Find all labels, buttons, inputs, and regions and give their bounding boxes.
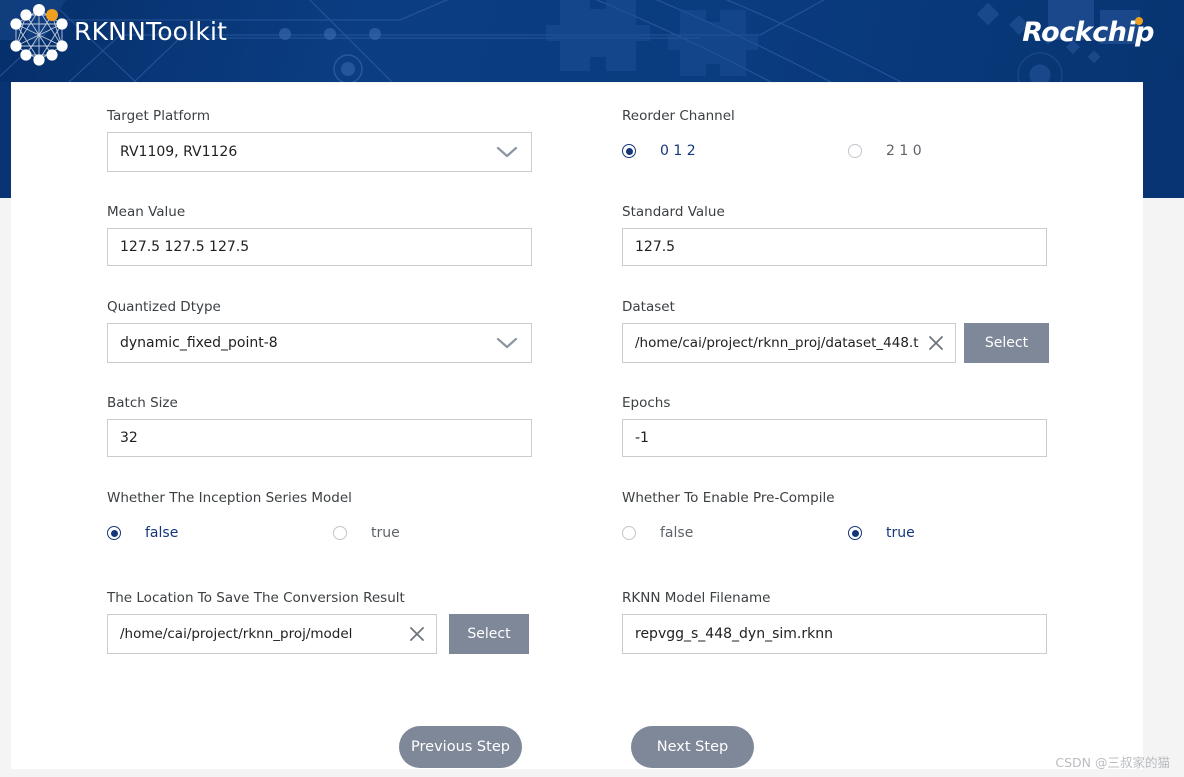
reorder-channel-label: Reorder Channel <box>622 108 735 124</box>
left-blue-frame <box>0 82 11 198</box>
quantized-dtype-value: dynamic_fixed_point-8 <box>120 335 278 351</box>
save-location-input[interactable]: /home/cai/project/rknn_proj/model <box>107 614 437 654</box>
field-standard-value: Standard Value 127.5 <box>622 204 1047 266</box>
batch-size-text: 32 <box>120 430 138 446</box>
standard-value-input[interactable]: 127.5 <box>622 228 1047 266</box>
radio-indicator <box>848 526 862 540</box>
target-platform-value: RV1109, RV1126 <box>120 144 238 160</box>
standard-value-text: 127.5 <box>635 239 676 255</box>
reorder-channel-option-012[interactable]: 0 1 2 <box>622 143 848 159</box>
field-mean-value: Mean Value 127.5 127.5 127.5 <box>107 204 532 266</box>
pre-compile-radio-group: false true <box>622 514 915 552</box>
dataset-input[interactable]: /home/cai/project/rknn_proj/dataset_448.… <box>622 323 956 363</box>
save-location-select-button[interactable]: Select <box>449 614 529 654</box>
rknn-model-filename-label: RKNN Model Filename <box>622 590 771 606</box>
chevron-down-icon <box>496 337 518 349</box>
mean-value-label: Mean Value <box>107 204 186 220</box>
radio-indicator <box>848 144 862 158</box>
right-blue-frame <box>1143 82 1184 198</box>
quantized-dtype-label: Quantized Dtype <box>107 299 221 315</box>
radio-label: 0 1 2 <box>660 143 696 159</box>
previous-step-label: Previous Step <box>411 739 510 755</box>
inception-series-option-true[interactable]: true <box>333 525 400 541</box>
epochs-label: Epochs <box>622 395 671 411</box>
field-inception-series: Whether The Inception Series Model false… <box>107 490 400 552</box>
quantized-dtype-select[interactable]: dynamic_fixed_point-8 <box>107 323 532 363</box>
field-save-location: The Location To Save The Conversion Resu… <box>107 590 529 654</box>
field-batch-size: Batch Size 32 <box>107 395 532 457</box>
radio-indicator <box>622 526 636 540</box>
dataset-path-row: /home/cai/project/rknn_proj/dataset_448.… <box>622 323 1049 363</box>
pre-compile-option-true[interactable]: true <box>848 525 915 541</box>
save-location-label: The Location To Save The Conversion Resu… <box>107 590 405 606</box>
rknn-model-filename-input[interactable]: repvgg_s_448_dyn_sim.rknn <box>622 614 1047 654</box>
inception-series-radio-group: false true <box>107 514 400 552</box>
save-location-value: /home/cai/project/rknn_proj/model <box>120 626 353 642</box>
app-header: RKNNToolkit Rockchip <box>0 0 1184 82</box>
field-reorder-channel: Reorder Channel 0 1 2 2 1 0 <box>622 108 922 170</box>
radio-indicator <box>107 526 121 540</box>
batch-size-input[interactable]: 32 <box>107 419 532 457</box>
mean-value-input[interactable]: 127.5 127.5 127.5 <box>107 228 532 266</box>
pre-compile-label: Whether To Enable Pre-Compile <box>622 490 835 506</box>
application-window: RKNNToolkit Rockchip Target Platform RV1… <box>0 0 1184 777</box>
close-icon[interactable] <box>927 334 945 352</box>
radio-label: false <box>145 525 179 541</box>
radio-label: true <box>371 525 400 541</box>
standard-value-label: Standard Value <box>622 204 725 220</box>
bottom-edge <box>0 769 1184 777</box>
target-platform-select[interactable]: RV1109, RV1126 <box>107 132 532 172</box>
pre-compile-option-false[interactable]: false <box>622 525 848 541</box>
field-rknn-model-filename: RKNN Model Filename repvgg_s_448_dyn_sim… <box>622 590 1047 654</box>
epochs-input[interactable]: -1 <box>622 419 1047 457</box>
radio-label: false <box>660 525 694 541</box>
inception-series-label: Whether The Inception Series Model <box>107 490 352 506</box>
rknn-model-filename-text: repvgg_s_448_dyn_sim.rknn <box>635 626 833 642</box>
field-dataset: Dataset /home/cai/project/rknn_proj/data… <box>622 299 1049 363</box>
next-step-button[interactable]: Next Step <box>631 726 754 768</box>
dataset-select-button[interactable]: Select <box>964 323 1049 363</box>
radio-label: true <box>886 525 915 541</box>
mean-value-text: 127.5 127.5 127.5 <box>120 239 250 255</box>
field-pre-compile: Whether To Enable Pre-Compile false true <box>622 490 915 552</box>
neural-network-icon <box>6 2 72 68</box>
radio-indicator <box>622 144 636 158</box>
reorder-channel-radio-group: 0 1 2 2 1 0 <box>622 132 922 170</box>
radio-indicator <box>333 526 347 540</box>
save-location-path-row: /home/cai/project/rknn_proj/model Select <box>107 614 529 654</box>
rockchip-logo-dot <box>1135 17 1143 25</box>
field-epochs: Epochs -1 <box>622 395 1047 457</box>
save-location-select-button-label: Select <box>467 626 511 642</box>
epochs-text: -1 <box>635 430 649 446</box>
field-target-platform: Target Platform RV1109, RV1126 <box>107 108 532 172</box>
close-icon[interactable] <box>408 625 426 643</box>
batch-size-label: Batch Size <box>107 395 178 411</box>
dataset-label: Dataset <box>622 299 675 315</box>
previous-step-button[interactable]: Previous Step <box>399 726 522 768</box>
dataset-value: /home/cai/project/rknn_proj/dataset_448.… <box>635 335 919 351</box>
target-platform-label: Target Platform <box>107 108 210 124</box>
reorder-channel-option-210[interactable]: 2 1 0 <box>848 143 922 159</box>
chevron-down-icon <box>496 146 518 158</box>
inception-series-option-false[interactable]: false <box>107 525 333 541</box>
brand-title: RKNNToolkit <box>74 17 228 46</box>
next-step-label: Next Step <box>656 739 729 755</box>
radio-label: 2 1 0 <box>886 143 922 159</box>
field-quantized-dtype: Quantized Dtype dynamic_fixed_point-8 <box>107 299 532 363</box>
dataset-select-button-label: Select <box>984 335 1029 351</box>
form-card: Target Platform RV1109, RV1126 Reorder C… <box>11 83 1143 769</box>
